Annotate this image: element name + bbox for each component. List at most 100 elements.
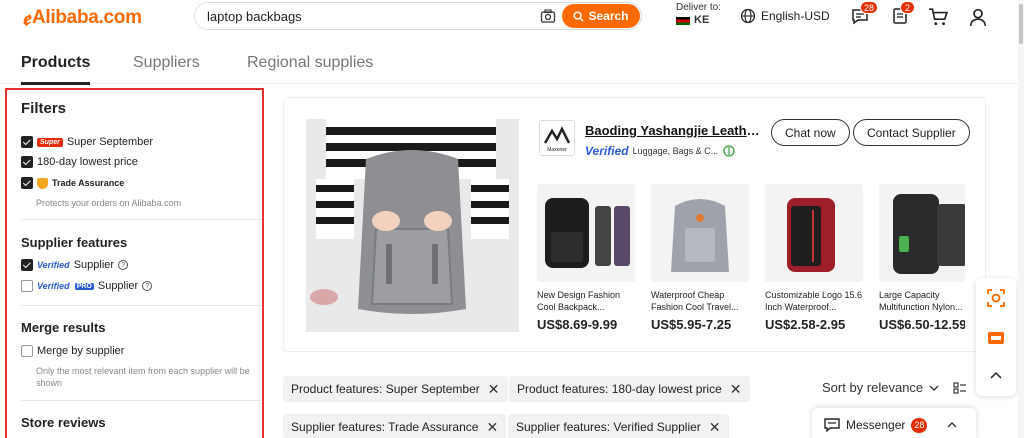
divider xyxy=(21,305,262,306)
filter-verified-pro-supplier[interactable]: Verified PRO Supplier ? xyxy=(21,280,153,292)
product-title[interactable]: Large Capacity Multifunction Nylon... xyxy=(879,289,965,313)
scrollbar-thumb[interactable] xyxy=(1019,4,1023,44)
filter-verified-label: Supplier xyxy=(73,259,115,271)
alibaba-logo[interactable]: ꬲ Alibaba.com xyxy=(22,4,142,31)
product-price: US$8.69-9.99 xyxy=(537,317,618,332)
tab-suppliers[interactable]: Suppliers xyxy=(133,54,200,72)
deliver-label: Deliver to: xyxy=(676,2,722,13)
list-view-icon[interactable] xyxy=(953,381,967,395)
top-header: ꬲ Alibaba.com Search Deliver to: KE Engl… xyxy=(0,0,1024,34)
chip-label: Product features: 180-day lowest price xyxy=(517,382,722,396)
checkbox-merge-by-supplier[interactable] xyxy=(21,345,33,357)
grey-backpack-image-icon xyxy=(651,184,749,282)
filter-super-september[interactable]: Super Super September xyxy=(21,136,153,148)
result-tabs: Products Suppliers Regional supplies xyxy=(0,40,1024,85)
featured-supplier-card: Maxoner Baoding Yashangjie Leathe... Ver… xyxy=(283,97,986,352)
product-title[interactable]: Waterproof Cheap Fashion Cool Travel... xyxy=(651,289,749,313)
product-image[interactable] xyxy=(765,184,863,282)
maxoner-logo-icon: Maxoner xyxy=(543,126,571,153)
product-image[interactable] xyxy=(537,184,635,282)
chip-label: Supplier features: Trade Assurance xyxy=(291,420,479,434)
product-card[interactable]: New Design Fashion Cool Backpack... US$8… xyxy=(537,184,635,332)
filter-verified-supplier[interactable]: Verified Supplier ? xyxy=(21,259,129,271)
sort-dropdown[interactable]: Sort by relevance xyxy=(822,380,967,395)
store-reviews-title: Store reviews xyxy=(21,415,106,430)
supplier-verified-badge: Verified xyxy=(585,144,629,158)
search-button-label: Search xyxy=(588,9,629,23)
help-icon[interactable]: ? xyxy=(142,281,153,291)
super-tag: Super xyxy=(37,137,63,147)
chevron-up-icon[interactable] xyxy=(986,366,1006,386)
checkbox-verified-pro-supplier[interactable] xyxy=(21,280,33,292)
filter-super-september-label: Super September xyxy=(66,136,154,148)
backpack-photo-icon xyxy=(306,119,519,332)
supplier-name-link[interactable]: Baoding Yashangjie Leathe... xyxy=(585,123,760,138)
globe-icon xyxy=(740,8,756,24)
checkbox-lowest-price[interactable] xyxy=(21,156,33,168)
merge-note: Only the most relevant item from each su… xyxy=(36,366,250,388)
product-price: US$2.58-2.95 xyxy=(765,317,846,332)
search-input[interactable] xyxy=(207,7,527,25)
chat-icon xyxy=(824,418,840,432)
merge-results-title: Merge results xyxy=(21,320,106,335)
black-backpack-image-icon xyxy=(537,184,635,282)
verified-badge: Verified xyxy=(37,260,70,270)
help-icon[interactable]: ? xyxy=(118,260,129,270)
product-title[interactable]: New Design Fashion Cool Backpack... xyxy=(537,289,635,313)
red-backpack-image-icon xyxy=(765,184,863,282)
trade-assurance-note: Protects your orders on Alibaba.com xyxy=(36,198,182,208)
close-icon[interactable]: ✕ xyxy=(709,419,721,436)
close-icon[interactable]: ✕ xyxy=(486,419,498,436)
image-search-icon[interactable] xyxy=(986,288,1006,308)
messenger-widget[interactable]: Messenger 28 xyxy=(812,408,976,438)
orders-badge: 2 xyxy=(900,1,915,14)
pro-tag: PRO xyxy=(74,282,94,290)
checkbox-super-september[interactable] xyxy=(21,136,33,148)
alibaba-logo-icon: ꬲ xyxy=(22,8,30,30)
contact-supplier-button[interactable]: Contact Supplier xyxy=(853,119,970,146)
product-card[interactable]: Waterproof Cheap Fashion Cool Travel... … xyxy=(651,184,749,332)
product-image[interactable] xyxy=(879,184,965,282)
orders-button[interactable]: 2 xyxy=(891,1,915,27)
active-filter-chip: Supplier features: Verified Supplier ✕ xyxy=(508,414,729,438)
camera-icon[interactable] xyxy=(540,8,556,24)
language-selector[interactable]: English-USD xyxy=(740,8,830,24)
chat-now-button[interactable]: Chat now xyxy=(771,119,850,146)
rfq-icon[interactable] xyxy=(986,328,1006,348)
messages-button[interactable]: 28 xyxy=(851,1,879,27)
user-icon[interactable] xyxy=(968,7,988,27)
checkbox-trade-assurance[interactable] xyxy=(21,177,33,189)
supplier-hero-image[interactable] xyxy=(306,119,519,332)
product-card[interactable]: Customizable Logo 15.6 Inch Waterproof..… xyxy=(765,184,863,332)
cart-icon[interactable] xyxy=(928,7,948,27)
checkbox-verified-supplier[interactable] xyxy=(21,259,33,271)
close-icon[interactable]: ✕ xyxy=(730,381,742,398)
tab-regional-supplies[interactable]: Regional supplies xyxy=(247,54,373,72)
filter-lowest-price-label: 180-day lowest price xyxy=(37,156,138,168)
supplier-verified-row: Verified Luggage, Bags & C... xyxy=(585,144,736,158)
product-title[interactable]: Customizable Logo 15.6 Inch Waterproof..… xyxy=(765,289,863,313)
deliver-to[interactable]: Deliver to: KE xyxy=(676,2,721,26)
filter-trade-assurance[interactable]: Trade Assurance xyxy=(21,177,124,189)
filter-merge-by-supplier[interactable]: Merge by supplier xyxy=(21,345,124,357)
search-button[interactable]: Search xyxy=(562,4,640,28)
close-icon[interactable]: ✕ xyxy=(488,381,500,398)
product-price: US$5.95-7.25 xyxy=(651,317,732,332)
product-image[interactable] xyxy=(651,184,749,282)
product-card[interactable]: Large Capacity Multifunction Nylon... US… xyxy=(879,184,965,332)
filter-verified-pro-label: Supplier xyxy=(97,280,139,292)
filters-title: Filters xyxy=(21,100,67,117)
page-scrollbar[interactable] xyxy=(1018,0,1024,438)
chip-label: Product features: Super September xyxy=(291,382,480,396)
supplier-logo[interactable]: Maxoner xyxy=(539,120,575,156)
alibaba-logo-text: Alibaba.com xyxy=(32,6,142,28)
ecology-icon xyxy=(723,145,735,157)
floating-toolbar xyxy=(976,278,1016,396)
messenger-label: Messenger xyxy=(846,418,906,432)
filter-lowest-price[interactable]: 180-day lowest price xyxy=(21,156,138,168)
messages-badge: 28 xyxy=(860,1,879,14)
chevron-up-icon[interactable] xyxy=(947,421,957,429)
divider xyxy=(21,219,262,220)
tab-products[interactable]: Products xyxy=(21,54,91,85)
active-filter-chip: Supplier features: Trade Assurance ✕ xyxy=(283,414,507,438)
